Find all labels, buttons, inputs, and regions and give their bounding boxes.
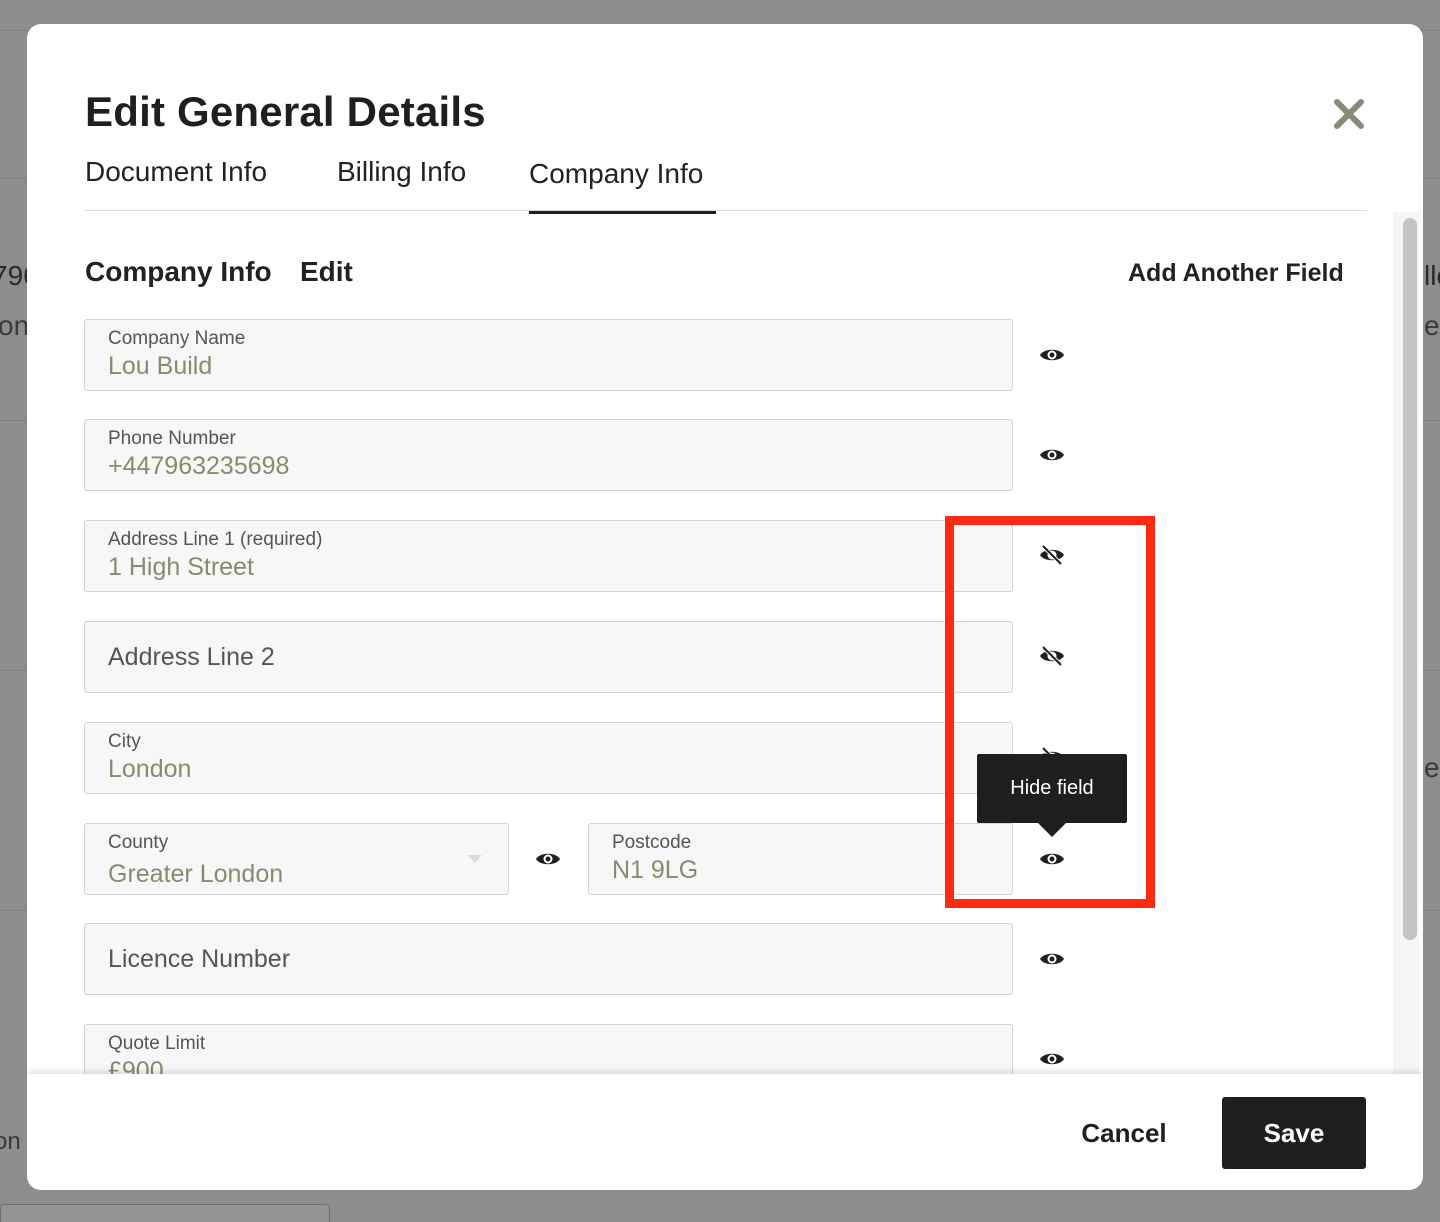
background-text: on — [0, 1128, 21, 1155]
eye-icon[interactable] — [1039, 445, 1065, 465]
field-value: Greater London — [108, 860, 284, 888]
cancel-button[interactable]: Cancel — [1068, 1097, 1180, 1169]
section-title: Company Info — [85, 256, 272, 287]
hide-field-tooltip: Hide field — [977, 754, 1127, 823]
field-value: 1 High Street — [108, 553, 254, 581]
field-label: Quote Limit — [108, 1033, 206, 1054]
tooltip-arrow — [1038, 823, 1066, 837]
field-label: Phone Number — [108, 428, 236, 449]
save-button[interactable]: Save — [1222, 1097, 1366, 1169]
company-name-field[interactable]: Company Name Lou Build — [84, 319, 1013, 391]
postcode-field[interactable]: Postcode N1 9LG — [588, 823, 1013, 895]
county-select[interactable]: County Greater London — [84, 823, 509, 895]
eye-icon[interactable] — [1039, 1049, 1065, 1069]
eye-off-icon[interactable] — [1039, 545, 1065, 565]
tab-company-info[interactable]: Company Info — [529, 158, 716, 214]
address-line-1-field[interactable]: Address Line 1 (required) 1 High Street — [84, 520, 1013, 592]
tab-billing-info[interactable]: Billing Info — [337, 156, 466, 212]
field-label: Postcode — [612, 832, 692, 853]
licence-number-field[interactable]: Licence Number — [84, 923, 1013, 995]
field-placeholder: Address Line 2 — [108, 643, 275, 671]
tab-document-info[interactable]: Document Info — [85, 156, 267, 212]
eye-icon[interactable] — [1039, 849, 1065, 869]
edit-section-button[interactable]: Edit — [300, 256, 353, 288]
background-text: eg — [1424, 752, 1440, 783]
chevron-down-icon — [468, 855, 482, 863]
add-another-field-button[interactable]: Add Another Field — [1128, 259, 1344, 288]
field-label: County — [108, 832, 169, 853]
phone-number-field[interactable]: Phone Number +447963235698 — [84, 419, 1013, 491]
city-field[interactable]: City London — [84, 722, 1013, 794]
address-line-2-field[interactable]: Address Line 2 — [84, 621, 1013, 693]
background-text: on — [0, 310, 30, 341]
background-text: en — [1424, 310, 1440, 341]
field-label: Address Line 1 (required) — [108, 529, 323, 550]
eye-icon[interactable] — [1039, 345, 1065, 365]
field-value: +447963235698 — [108, 452, 290, 480]
modal-title: Edit General Details — [85, 88, 486, 135]
field-label: City — [108, 731, 141, 752]
field-value: N1 9LG — [612, 856, 699, 884]
eye-icon[interactable] — [535, 849, 561, 869]
modal-footer — [27, 1074, 1423, 1190]
field-value: Lou Build — [108, 352, 213, 380]
field-label: Company Name — [108, 328, 246, 349]
eye-off-icon[interactable] — [1039, 646, 1065, 666]
field-value: London — [108, 755, 192, 783]
scrollbar-thumb[interactable] — [1403, 218, 1417, 940]
tab-bar: Document Info Billing Info Company Info — [85, 154, 1367, 214]
close-icon[interactable] — [1331, 96, 1367, 132]
eye-icon[interactable] — [1039, 949, 1065, 969]
background-text: llo — [1424, 260, 1440, 291]
field-placeholder: Licence Number — [108, 945, 291, 973]
background-input — [0, 1204, 330, 1222]
edit-general-details-modal: Edit General Details Document Info Billi… — [27, 24, 1423, 1190]
